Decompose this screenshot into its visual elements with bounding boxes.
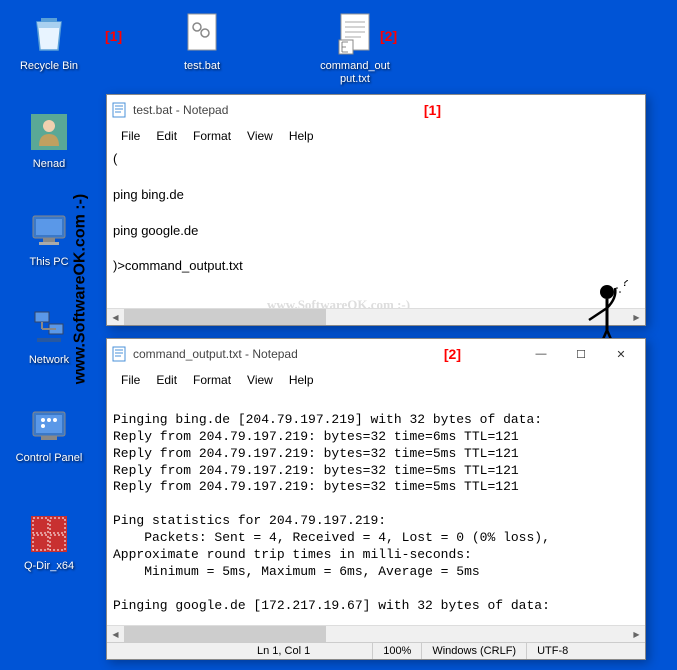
desktop-icon-command-output[interactable]: command_output.txt bbox=[318, 10, 392, 86]
user-icon bbox=[25, 108, 73, 156]
titlebar[interactable]: test.bat - Notepad [1] bbox=[107, 95, 645, 125]
minimize-button[interactable]: — bbox=[521, 340, 561, 368]
notepad-icon bbox=[111, 102, 127, 118]
menu-edit[interactable]: Edit bbox=[148, 371, 185, 389]
desktop-icon-label: Nenad bbox=[33, 158, 65, 171]
desktop-icon-recycle-bin[interactable]: Recycle Bin bbox=[12, 10, 86, 73]
desktop-icon-label: This PC bbox=[29, 256, 68, 269]
desktop-icon-label: Control Panel bbox=[16, 452, 83, 465]
annotation-1-in-window: [1] bbox=[424, 102, 441, 118]
menu-format[interactable]: Format bbox=[185, 371, 239, 389]
scrollbar-horizontal[interactable]: ◀ ▶ bbox=[107, 308, 645, 325]
menu-help[interactable]: Help bbox=[281, 127, 322, 145]
status-position: Ln 1, Col 1 bbox=[247, 643, 320, 659]
menu-bar: File Edit Format View Help bbox=[107, 369, 645, 391]
scrollbar-horizontal[interactable]: ◀ ▶ bbox=[107, 625, 645, 642]
menu-view[interactable]: View bbox=[239, 371, 281, 389]
qdir-icon bbox=[25, 510, 73, 558]
menu-file[interactable]: File bbox=[113, 127, 148, 145]
annotation-1: [1] bbox=[105, 28, 122, 44]
menu-bar: File Edit Format View Help bbox=[107, 125, 645, 147]
watermark-inline: www.SoftwareOK.com :-) bbox=[267, 297, 410, 308]
annotation-2-in-window: [2] bbox=[444, 346, 461, 362]
svg-text:?: ? bbox=[621, 280, 629, 289]
menu-edit[interactable]: Edit bbox=[148, 127, 185, 145]
desktop-icon-nenad[interactable]: Nenad bbox=[12, 108, 86, 171]
titlebar[interactable]: command_output.txt - Notepad [2] — ☐ ✕ bbox=[107, 339, 645, 369]
status-encoding: UTF-8 bbox=[526, 643, 578, 659]
notepad-window-command-output[interactable]: command_output.txt - Notepad [2] — ☐ ✕ F… bbox=[106, 338, 646, 660]
desktop-icon-control-panel[interactable]: Control Panel bbox=[12, 402, 86, 465]
menu-format[interactable]: Format bbox=[185, 127, 239, 145]
editor-content[interactable]: ( ping bing.de ping google.de )>command_… bbox=[107, 147, 645, 308]
scroll-left-icon[interactable]: ◀ bbox=[107, 309, 124, 326]
watermark-vertical: www.SoftwareOK.com :-) bbox=[71, 194, 89, 385]
window-title: command_output.txt - Notepad bbox=[133, 347, 444, 361]
scroll-left-icon[interactable]: ◀ bbox=[107, 626, 124, 643]
recycle-bin-icon bbox=[25, 10, 73, 58]
menu-help[interactable]: Help bbox=[281, 371, 322, 389]
scroll-thumb[interactable] bbox=[124, 626, 326, 642]
control-panel-icon bbox=[25, 402, 73, 450]
desktop-icon-label: Q-Dir_x64 bbox=[24, 560, 74, 573]
menu-file[interactable]: File bbox=[113, 371, 148, 389]
status-bar: Ln 1, Col 1 100% Windows (CRLF) UTF-8 bbox=[107, 642, 645, 659]
bat-file-icon bbox=[178, 10, 226, 58]
desktop-icon-label: Network bbox=[29, 354, 69, 367]
notepad-window-test-bat[interactable]: test.bat - Notepad [1] File Edit Format … bbox=[106, 94, 646, 326]
network-icon bbox=[25, 304, 73, 352]
menu-view[interactable]: View bbox=[239, 127, 281, 145]
scroll-thumb[interactable] bbox=[124, 309, 326, 325]
desktop-icon-qdir[interactable]: Q-Dir_x64 bbox=[12, 510, 86, 573]
desktop-icon-test-bat[interactable]: test.bat bbox=[165, 10, 239, 73]
desktop-icon-label: Recycle Bin bbox=[20, 60, 78, 73]
annotation-2: [2] bbox=[380, 28, 397, 44]
notepad-icon bbox=[111, 346, 127, 362]
status-zoom: 100% bbox=[372, 643, 421, 659]
editor-content[interactable]: Pinging bing.de [204.79.197.219] with 32… bbox=[107, 391, 645, 625]
window-title: test.bat - Notepad bbox=[133, 103, 424, 117]
scroll-right-icon[interactable]: ▶ bbox=[628, 626, 645, 643]
status-line-ending: Windows (CRLF) bbox=[421, 643, 526, 659]
close-button[interactable]: ✕ bbox=[601, 340, 641, 368]
txt-file-icon bbox=[331, 10, 379, 58]
pc-icon bbox=[25, 206, 73, 254]
desktop-icon-label: test.bat bbox=[184, 60, 220, 73]
desktop-icon-label: command_output.txt bbox=[318, 60, 392, 86]
maximize-button[interactable]: ☐ bbox=[561, 340, 601, 368]
